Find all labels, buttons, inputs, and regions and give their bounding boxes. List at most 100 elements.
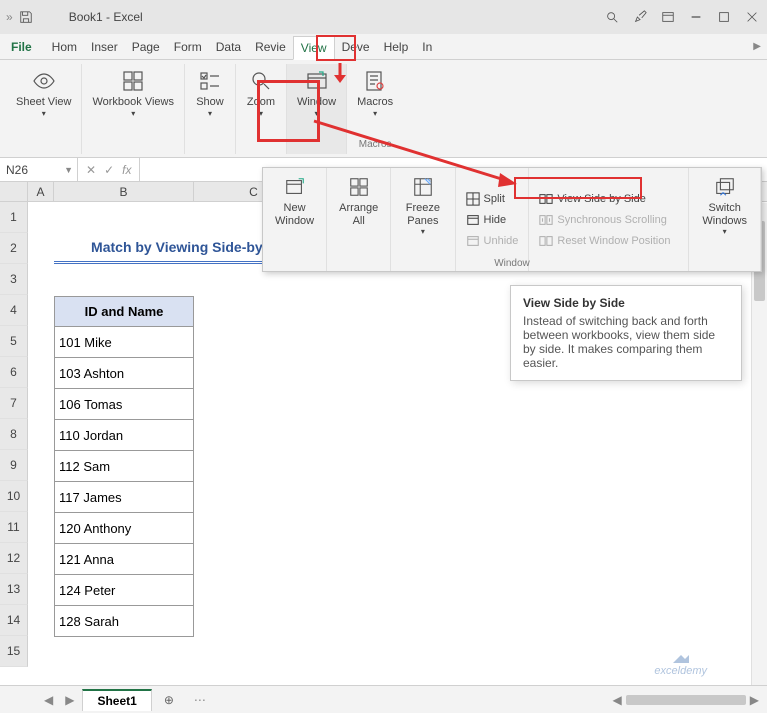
accept-entry-icon[interactable]: ✓ [104,163,114,177]
tab-review[interactable]: Revie [248,36,293,58]
tab-view[interactable]: View [293,36,335,60]
macros-label: Macros [357,96,393,109]
vertical-scrollbar[interactable] [751,203,767,685]
row-header[interactable]: 11 [0,512,28,543]
table-row[interactable]: 128 Sarah [54,606,194,637]
tooltip-title: View Side by Side [523,296,729,310]
tooltip-body: Instead of switching back and forth betw… [523,314,729,370]
col-header-a[interactable]: A [28,182,54,201]
name-box-value: N26 [6,163,28,177]
row-header[interactable]: 8 [0,419,28,450]
grid-area: 1 2 3 4 5 6 7 8 9 10 11 12 13 14 15 Matc… [0,202,767,682]
split-button[interactable]: Split [464,190,507,208]
table-row[interactable]: 121 Anna [54,544,194,575]
name-box-dropdown-icon[interactable]: ▼ [64,165,73,175]
sheet-tab-bar: ◀ ▶ Sheet1 ⊕ ⋯ ◀ ▶ [0,685,767,713]
row-header[interactable]: 6 [0,357,28,388]
select-all-cell[interactable] [0,182,28,201]
hscroll-left-icon[interactable]: ◀ [613,693,622,707]
zoom-label: Zoom [247,96,275,109]
new-window-button[interactable]: New Window [269,172,320,229]
tab-page[interactable]: Page [125,36,167,58]
col-header-b[interactable]: B [54,182,194,201]
freeze-panes-button[interactable]: Freeze Panes▾ [397,172,448,238]
sheet-tabs-overflow-icon[interactable]: ⋯ [194,693,206,707]
tab-inquire[interactable]: In [415,36,439,58]
window-button[interactable]: Window▾ [291,66,342,120]
row-header[interactable]: 9 [0,450,28,481]
minimize-icon[interactable] [687,8,705,26]
tab-help[interactable]: Help [377,36,416,58]
freeze-panes-label: Freeze Panes [403,202,442,227]
view-side-by-side-button[interactable]: View Side by Side [537,190,647,208]
sync-scroll-label: Synchronous Scrolling [557,214,666,226]
row-header[interactable]: 15 [0,636,28,667]
row-header[interactable]: 10 [0,481,28,512]
hide-button[interactable]: Hide [464,211,509,229]
table-row[interactable]: 120 Anthony [54,513,194,544]
row-header[interactable]: 12 [0,543,28,574]
table-row[interactable]: 124 Peter [54,575,194,606]
unhide-button: Unhide [464,232,521,250]
switch-windows-button[interactable]: Switch Windows▾ [695,172,754,238]
sheet-nav-next-icon[interactable]: ▶ [61,693,78,707]
hscroll-right-icon[interactable]: ▶ [750,693,759,707]
table-row[interactable]: 117 James [54,482,194,513]
maximize-icon[interactable] [715,8,733,26]
table-row[interactable]: 101 Mike [54,327,194,358]
close-icon[interactable] [743,8,761,26]
row-header[interactable]: 7 [0,388,28,419]
row-header[interactable]: 2 [0,233,28,264]
table-row[interactable]: 112 Sam [54,451,194,482]
row-header[interactable]: 3 [0,264,28,295]
row-header[interactable]: 4 [0,295,28,326]
switch-windows-icon [712,174,738,200]
table-header-cell[interactable]: ID and Name [54,296,194,327]
view-side-by-side-label: View Side by Side [557,193,645,205]
sheet-view-label: Sheet View [16,96,71,109]
tab-file[interactable]: File [4,36,39,58]
cancel-entry-icon[interactable]: ✕ [86,163,96,177]
window-icon [304,68,330,94]
fx-icon[interactable]: fx [122,163,131,177]
table-row[interactable]: 103 Ashton [54,358,194,389]
watermark: exceldemy [654,651,707,677]
tab-formulas[interactable]: Form [167,36,209,58]
eye-icon [31,68,57,94]
row-header[interactable]: 13 [0,574,28,605]
tab-developer[interactable]: Deve [335,36,377,58]
ribbon-display-icon[interactable] [659,8,677,26]
table-row[interactable]: 106 Tomas [54,389,194,420]
arrange-all-button[interactable]: Arrange All [333,172,384,229]
macros-button[interactable]: Macros▾ [351,66,399,120]
table-row[interactable]: 110 Jordan [54,420,194,451]
tab-home[interactable]: Hom [45,36,84,58]
search-icon[interactable] [603,8,621,26]
sheet-nav-prev-icon[interactable]: ◀ [40,693,57,707]
row-header[interactable]: 1 [0,202,28,233]
sheet-tab-active[interactable]: Sheet1 [82,689,151,711]
sheet-view-button[interactable]: Sheet View▾ [10,66,77,120]
tabs-scroll-right-icon[interactable]: ▶ [753,41,767,52]
workbook-views-label: Workbook Views [92,96,174,109]
brush-icon[interactable] [631,8,649,26]
synchronous-scrolling-button: Synchronous Scrolling [537,211,668,229]
reset-window-position-button: Reset Window Position [537,232,672,250]
macros-group-label: Macros [359,139,392,152]
tab-insert[interactable]: Inser [84,36,125,58]
row-headers: 1 2 3 4 5 6 7 8 9 10 11 12 13 14 15 [0,202,28,667]
tab-data[interactable]: Data [209,36,248,58]
zoom-button[interactable]: Zoom▾ [240,66,282,120]
window-dropdown-panel: New Window Arrange All Freeze Panes▾ Spl… [262,167,762,272]
add-sheet-button[interactable]: ⊕ [156,690,182,710]
save-icon[interactable] [17,8,35,26]
qat-overflow-icon[interactable]: » [6,10,13,24]
row-header[interactable]: 5 [0,326,28,357]
hscroll-thumb[interactable] [626,695,746,705]
workbook-views-button[interactable]: Workbook Views▾ [86,66,180,120]
row-header[interactable]: 14 [0,605,28,636]
show-button[interactable]: Show▾ [189,66,231,120]
window-title: Book1 - Excel [69,10,143,24]
hide-label: Hide [484,214,507,226]
name-box[interactable]: N26 ▼ [0,158,78,181]
